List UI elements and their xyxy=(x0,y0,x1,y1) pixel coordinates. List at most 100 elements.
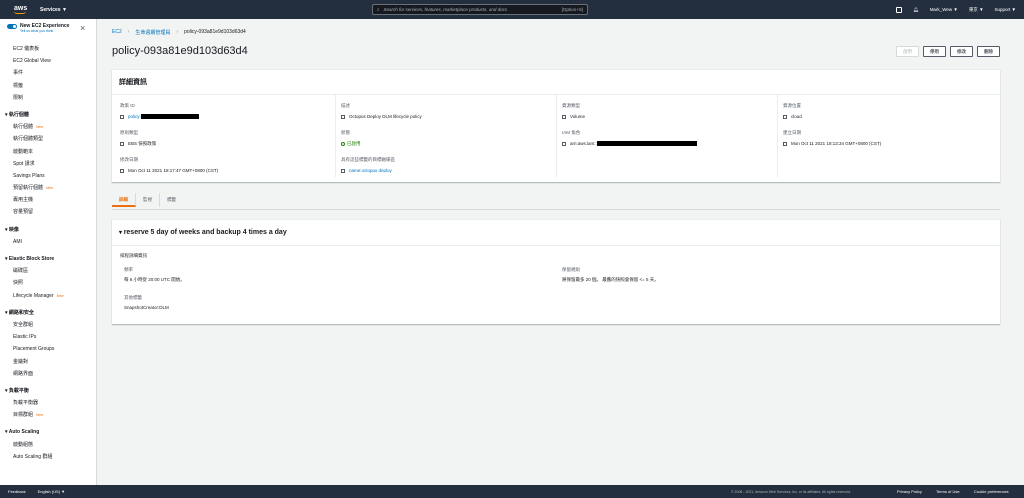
policy-id-label: 政策 ID xyxy=(120,103,135,108)
tab-monitoring[interactable]: 監視 xyxy=(136,193,160,207)
breadcrumb-ec2[interactable]: EC2 xyxy=(112,29,122,36)
disable-button[interactable]: 停用 xyxy=(923,46,946,57)
sidebar-item-label: Lifecycle Manager xyxy=(13,292,54,299)
retention-value: 將保留最多 20 個。 最舊的快照會保留 <= 5 天。 xyxy=(562,277,659,282)
copy-icon[interactable] xyxy=(341,168,345,173)
enable-button[interactable]: 啟用 xyxy=(896,46,919,57)
sidebar-item[interactable]: 預留執行個體 New xyxy=(0,182,96,194)
sidebar-section-heading[interactable]: 負載平衡 xyxy=(0,385,96,397)
terms-link[interactable]: Terms of Use xyxy=(936,489,960,494)
sidebar-item[interactable]: 安全群組 xyxy=(0,319,96,331)
cloudshell-icon[interactable] xyxy=(895,6,902,13)
sidebar-item[interactable]: Placement Groups xyxy=(0,343,96,355)
language-selector[interactable]: English (US) ▼ xyxy=(38,489,66,494)
sidebar-item[interactable]: 金鑰對 xyxy=(0,356,96,368)
other-tags-value: SnapshotCreator:DLM xyxy=(124,305,169,310)
new-badge: New xyxy=(56,293,64,298)
sidebar-item-label: 磁碟區 xyxy=(13,268,29,275)
region-menu[interactable]: 東京 ▼ xyxy=(969,7,984,13)
sidebar-item-label: 安全群組 xyxy=(13,321,34,328)
sidebar-item-label: Savings Plans xyxy=(13,172,45,179)
sidebar-item[interactable]: 限制 xyxy=(0,92,96,104)
frequency-label: 頻率 xyxy=(124,267,133,272)
sidebar-item[interactable]: 執行個體 New xyxy=(0,121,96,133)
policy-id-link[interactable]: policy- xyxy=(128,114,141,119)
sidebar-item[interactable]: 啟動組態 xyxy=(0,439,96,451)
copy-icon[interactable] xyxy=(120,142,124,146)
feedback-link[interactable]: Feedback xyxy=(8,489,26,494)
bell-icon[interactable]: 🔔︎ xyxy=(913,7,919,13)
tab-tags[interactable]: 標籤 xyxy=(160,193,183,207)
copy-icon[interactable] xyxy=(562,114,566,119)
tab-divider xyxy=(112,209,1000,210)
sidebar-item-label: AMI xyxy=(13,238,22,245)
services-menu[interactable]: Services ▼ xyxy=(40,7,67,13)
search-input[interactable]: ⌕ Search for services, features, marketp… xyxy=(372,4,588,15)
toggle-switch[interactable] xyxy=(7,24,17,29)
sidebar-item[interactable]: 負載平衡器 xyxy=(0,397,96,409)
breadcrumb-lifecycle[interactable]: 生命週期管理員 xyxy=(135,29,170,36)
copy-icon[interactable] xyxy=(120,114,124,119)
sidebar-section-heading[interactable]: Auto Scaling xyxy=(0,426,96,438)
top-navigation-bar: aws Services ▼ ⌕ Search for services, fe… xyxy=(0,0,1024,19)
sidebar-section-heading[interactable]: 網路和安全 xyxy=(0,307,96,319)
column-divider xyxy=(777,95,778,177)
sidebar-item[interactable]: 容量預留 xyxy=(0,206,96,218)
copy-icon[interactable] xyxy=(120,168,124,173)
copy-icon[interactable] xyxy=(341,114,345,119)
sidebar-item-label: 容量預留 xyxy=(13,209,34,216)
sidebar-item[interactable]: 標籤 xyxy=(0,80,96,92)
action-buttons: 啟用 停用 修改 刪除 xyxy=(896,46,1000,57)
new-badge: New xyxy=(36,413,44,418)
sidebar-item-label: 目標群組 xyxy=(13,412,34,419)
resource-type-value: Volume xyxy=(570,114,586,119)
sidebar-item-label: 網路界面 xyxy=(13,370,34,377)
support-menu[interactable]: Support ▼ xyxy=(995,7,1016,12)
sidebar-item[interactable]: 事件 xyxy=(0,67,96,79)
close-icon[interactable]: × xyxy=(80,24,85,33)
tab-bar: 詳細 監視 標籤 xyxy=(112,193,183,207)
sidebar-section-heading[interactable]: 執行個體 xyxy=(0,109,96,121)
delete-button[interactable]: 刪除 xyxy=(977,46,1000,57)
sidebar-item[interactable]: Lifecycle Manager New xyxy=(0,290,96,302)
details-heading: 詳細資訊 xyxy=(112,70,1000,95)
search-icon: ⌕ xyxy=(377,7,380,12)
tab-details[interactable]: 詳細 xyxy=(112,193,136,207)
iam-role-value: arn:aws:iam:: xyxy=(570,141,597,146)
target-tag-link[interactable]: name:octopus deploy xyxy=(349,168,392,173)
redacted-block xyxy=(141,114,200,119)
feedback-link[interactable]: Tell us what you think xyxy=(20,29,69,33)
sidebar-item[interactable]: Savings Plans xyxy=(0,170,96,182)
description-label: 描述 xyxy=(341,103,350,108)
sidebar-section-heading[interactable]: 映像 xyxy=(0,224,96,236)
sidebar-item[interactable]: 專用主機 xyxy=(0,194,96,206)
sidebar-item-label: Spot 請求 xyxy=(13,160,35,167)
sidebar-item-label: 啟動範本 xyxy=(13,148,34,155)
copy-icon[interactable] xyxy=(783,141,787,146)
sidebar-item[interactable]: 磁碟區 xyxy=(0,265,96,277)
privacy-link[interactable]: Privacy Policy xyxy=(897,489,922,494)
sidebar-item-label: 金鑰對 xyxy=(13,358,29,365)
other-tags-label: 其他標籤 xyxy=(124,295,142,300)
sidebar-item[interactable]: 快照 xyxy=(0,277,96,289)
sidebar-item[interactable]: 啟動範本 xyxy=(0,146,96,158)
sidebar-item[interactable]: 目標群組 New xyxy=(0,409,96,421)
modify-button[interactable]: 修改 xyxy=(950,46,973,57)
copy-icon[interactable] xyxy=(783,114,787,119)
sidebar-item[interactable]: Spot 請求 xyxy=(0,158,96,170)
sidebar-item[interactable]: EC2 儀表板 xyxy=(0,43,96,55)
sidebar-section-heading[interactable]: Elastic Block Store xyxy=(0,253,96,265)
sidebar-item[interactable]: AMI xyxy=(0,236,96,248)
aws-logo[interactable]: aws xyxy=(14,5,30,14)
schedule-heading[interactable]: reserve 5 day of weeks and backup 4 time… xyxy=(112,220,1000,246)
sidebar-item[interactable]: 執行個體類型 xyxy=(0,133,96,145)
new-experience-toggle[interactable]: New EC2 Experience Tell us what you thin… xyxy=(7,23,69,33)
footer-bar: Feedback English (US) ▼ © 2008 - 2021, A… xyxy=(0,485,1024,498)
sidebar-item[interactable]: EC2 Global View xyxy=(0,55,96,67)
sidebar-item[interactable]: Elastic IPs xyxy=(0,331,96,343)
user-menu[interactable]: Mark_Wew ▼ xyxy=(930,7,958,12)
sidebar-item[interactable]: Auto Scaling 群組 xyxy=(0,451,96,463)
sidebar-item[interactable]: 網路界面 xyxy=(0,368,96,380)
cookie-preferences-link[interactable]: Cookie preferences xyxy=(974,489,1009,494)
copy-icon[interactable] xyxy=(562,141,566,146)
